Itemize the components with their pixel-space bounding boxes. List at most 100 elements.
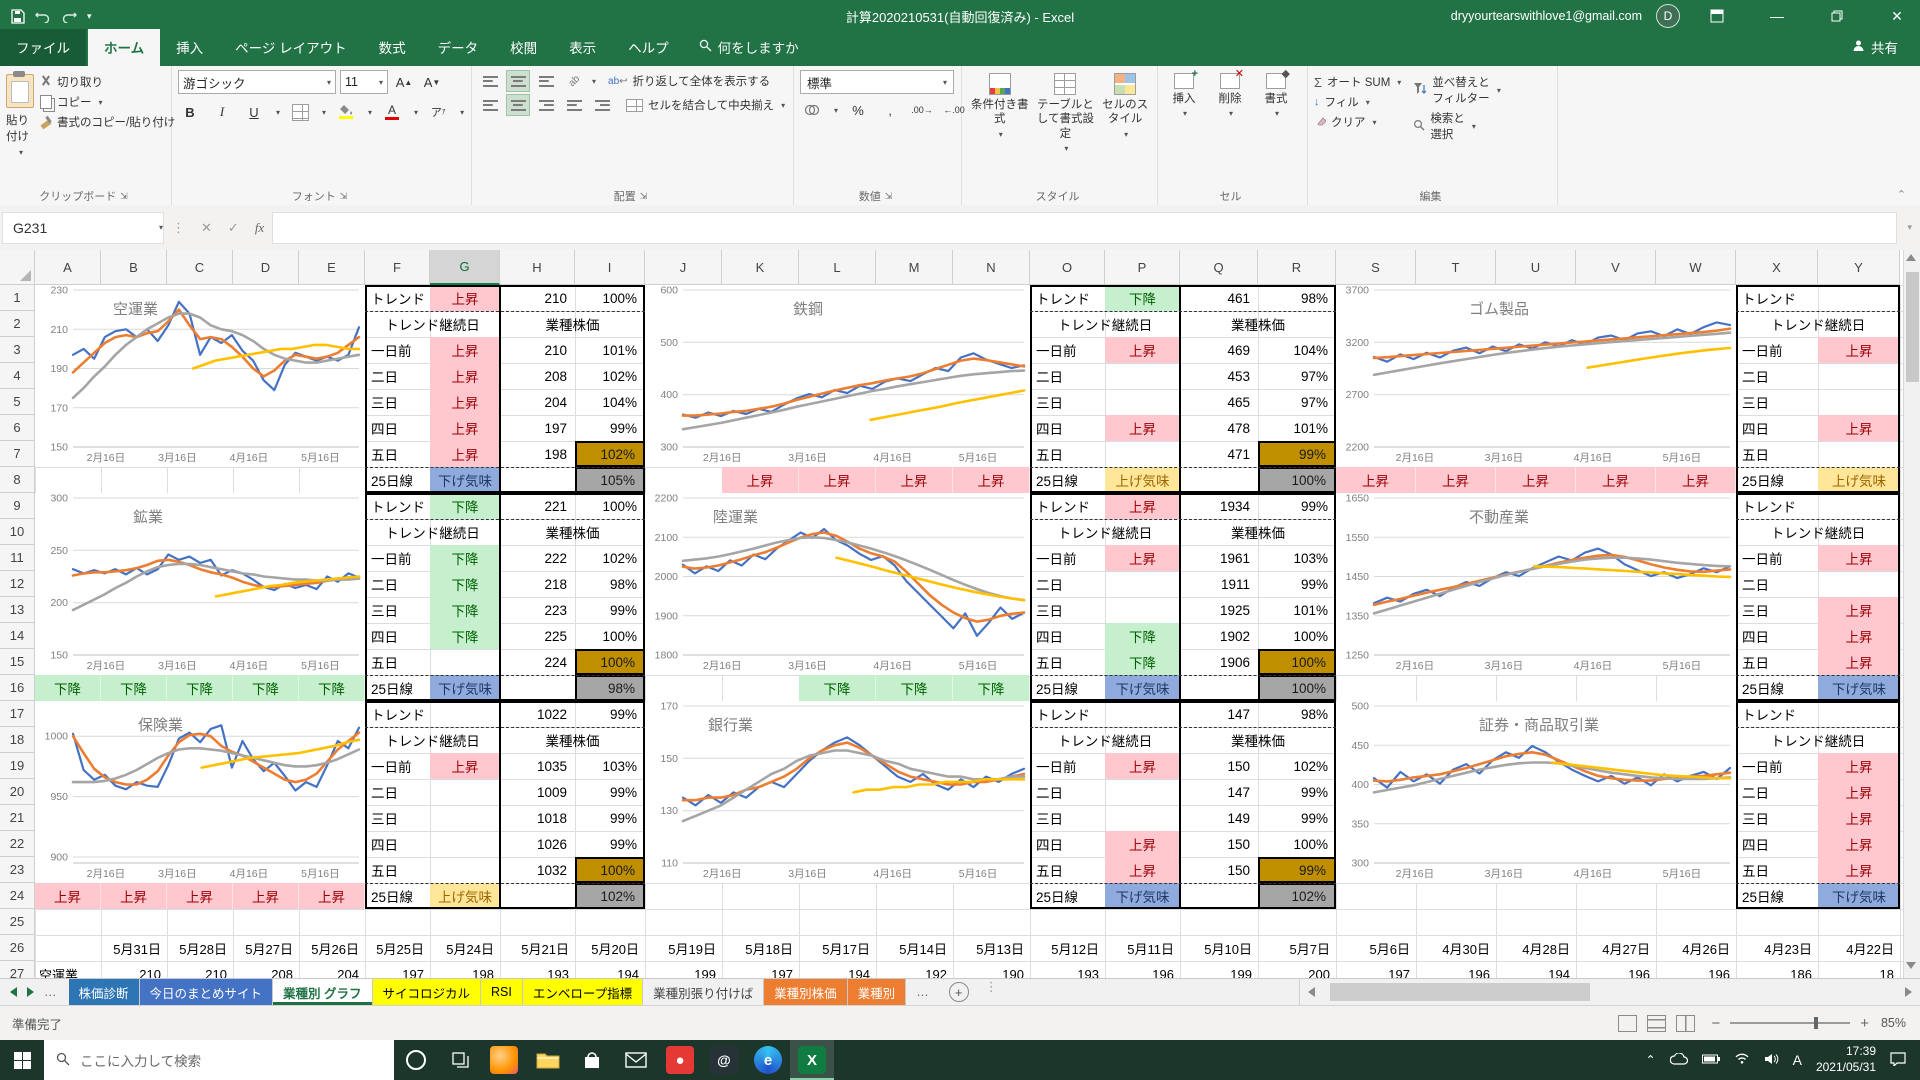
cell-ma-value[interactable]: 下げ気味: [430, 467, 500, 493]
cell-day-price[interactable]: 197: [500, 415, 575, 441]
scroll-up-icon[interactable]: [1906, 254, 1918, 266]
cell-day-label[interactable]: 一日前: [1736, 753, 1818, 779]
cell-day-label[interactable]: 五日: [1030, 857, 1105, 883]
row-header-23[interactable]: 23: [0, 857, 35, 883]
cell-day-pct[interactable]: 97%: [1258, 389, 1336, 415]
cell-day-value[interactable]: [1818, 571, 1900, 597]
zoom-in-icon[interactable]: +: [1860, 1015, 1869, 1032]
fill-button[interactable]: ↓フィル▾: [1314, 94, 1401, 110]
cell-ma-value[interactable]: 上げ気味: [1105, 467, 1180, 493]
cell-day-price[interactable]: 225: [500, 623, 575, 649]
page-layout-view-icon[interactable]: [1647, 1015, 1666, 1032]
cell-row27-value[interactable]: 208: [233, 961, 299, 978]
copy-button[interactable]: コピー▾: [40, 94, 175, 110]
cell-ma-label[interactable]: 25日線: [365, 675, 430, 701]
strip-cell[interactable]: 下降: [953, 675, 1030, 701]
zoom-level[interactable]: 85%: [1881, 1016, 1906, 1030]
ribbon-tab-6[interactable]: 表示: [553, 29, 612, 66]
cell-row27-value[interactable]: 204: [299, 961, 365, 978]
cell-day-label[interactable]: 三日: [1030, 805, 1105, 831]
cell-day-label[interactable]: 二日: [1030, 363, 1105, 389]
group-label-clipboard[interactable]: クリップボード⇲: [6, 187, 165, 205]
chart-空運業[interactable]: 2302101901701502月16日3月16日4月16日5月16日空運業: [35, 285, 365, 467]
cell-ma-value[interactable]: 下げ気味: [430, 675, 500, 701]
sheet-tab-6[interactable]: 業種別張り付けば: [643, 979, 764, 1005]
more-sheets-right[interactable]: …: [916, 985, 931, 999]
notification-center-icon[interactable]: [1890, 1052, 1906, 1069]
cell-day-value[interactable]: [1818, 441, 1900, 467]
row-header-16[interactable]: 16: [0, 675, 35, 701]
cell-row27-value[interactable]: 192: [876, 961, 953, 978]
cell-day-label[interactable]: 五日: [1736, 649, 1818, 675]
more-sheets-left[interactable]: …: [44, 985, 59, 999]
cell-trend-label[interactable]: トレンド: [1030, 701, 1105, 727]
cell-day-value[interactable]: [430, 779, 500, 805]
row-header-2[interactable]: 2: [0, 311, 35, 337]
cell-row27-value[interactable]: 200: [1258, 961, 1336, 978]
collapse-ribbon-icon[interactable]: ⌃: [1883, 188, 1920, 205]
strip-cell[interactable]: 下降: [876, 675, 953, 701]
currency-format-icon[interactable]: [800, 100, 824, 120]
col-header-D[interactable]: D: [233, 250, 299, 285]
row-header-22[interactable]: 22: [0, 831, 35, 857]
group-label-styles[interactable]: スタイル: [968, 187, 1151, 205]
align-right-icon[interactable]: [534, 94, 558, 116]
cell-day-value[interactable]: [1105, 441, 1180, 467]
cell-trend-label[interactable]: トレンド: [1030, 285, 1105, 311]
cell-day-price[interactable]: 1032: [500, 857, 575, 883]
chart-銀行業[interactable]: 1701501301102月16日3月16日4月16日5月16日銀行業: [645, 701, 1030, 883]
cell-day-label[interactable]: 五日: [1030, 441, 1105, 467]
cell-ma-label[interactable]: 25日線: [1030, 675, 1105, 701]
cell-date[interactable]: 4月30日: [1416, 935, 1496, 961]
cell-day-value[interactable]: [430, 831, 500, 857]
cell-ma-label[interactable]: 25日線: [365, 467, 430, 493]
row-header-19[interactable]: 19: [0, 753, 35, 779]
cell-day-pct[interactable]: 99%: [1258, 441, 1336, 467]
avatar[interactable]: D: [1656, 4, 1680, 28]
cell-day-price[interactable]: 1009: [500, 779, 575, 805]
sheet-tab-3[interactable]: サイコロジカル: [373, 979, 482, 1005]
strip-cell[interactable]: 上昇: [35, 883, 101, 909]
cell-day-value[interactable]: [430, 857, 500, 883]
cell-day-value[interactable]: 下降: [1105, 649, 1180, 675]
cell-day-price[interactable]: 453: [1180, 363, 1258, 389]
cell-day-price[interactable]: 478: [1180, 415, 1258, 441]
cell-day-label[interactable]: 五日: [365, 857, 430, 883]
cell-day-label[interactable]: 一日前: [1030, 337, 1105, 363]
ribbon-tab-0[interactable]: ホーム: [88, 29, 160, 66]
cell-ma-value[interactable]: 下げ気味: [1105, 883, 1180, 909]
cell-day-value[interactable]: 上昇: [1818, 597, 1900, 623]
find-select-button[interactable]: 検索と 選択▾: [1413, 110, 1501, 142]
battery-icon[interactable]: [1702, 1053, 1720, 1067]
cell-day-value[interactable]: [1105, 571, 1180, 597]
cell-day-label[interactable]: 三日: [365, 389, 430, 415]
horizontal-scrollbar[interactable]: [1299, 979, 1920, 1005]
cell-pct-head[interactable]: 99%: [575, 701, 645, 727]
row-header-20[interactable]: 20: [0, 779, 35, 805]
strip-cell[interactable]: 上昇: [1416, 467, 1496, 493]
autosum-button[interactable]: Σオート SUM▾: [1314, 74, 1401, 90]
cell-date[interactable]: 5月14日: [876, 935, 953, 961]
cell-day-label[interactable]: 四日: [1736, 831, 1818, 857]
cell-day-label[interactable]: 四日: [365, 415, 430, 441]
row-header-1[interactable]: 1: [0, 285, 35, 311]
chart-証券・商品取引業[interactable]: 5004504003503002月16日3月16日4月16日5月16日証券・商品…: [1336, 701, 1736, 883]
font-color-icon[interactable]: A: [380, 102, 404, 122]
row-header-5[interactable]: 5: [0, 389, 35, 415]
align-left-icon[interactable]: [478, 94, 502, 116]
cell-date[interactable]: 5月20日: [575, 935, 645, 961]
cell-day-label[interactable]: 二日: [365, 779, 430, 805]
cell-day-label[interactable]: 二日: [1736, 363, 1818, 389]
cell-trend-label[interactable]: トレンド: [365, 493, 430, 519]
cell-day-label[interactable]: 五日: [365, 649, 430, 675]
cell-date[interactable]: 5月24日: [430, 935, 500, 961]
cell-day-price[interactable]: 1961: [1180, 545, 1258, 571]
chart-陸運業[interactable]: 220021002000190018002月16日3月16日4月16日5月16日…: [645, 493, 1030, 675]
format-as-table-button[interactable]: テーブルとして書式設定▾: [1034, 70, 1098, 154]
col-header-I[interactable]: I: [575, 250, 645, 285]
cell-day-price[interactable]: 223: [500, 597, 575, 623]
name-box[interactable]: G231▾: [2, 212, 164, 244]
strip-cell[interactable]: 下降: [299, 675, 365, 701]
underline-button[interactable]: U: [242, 102, 266, 122]
expand-formula-bar-icon[interactable]: ▾: [1899, 222, 1920, 233]
